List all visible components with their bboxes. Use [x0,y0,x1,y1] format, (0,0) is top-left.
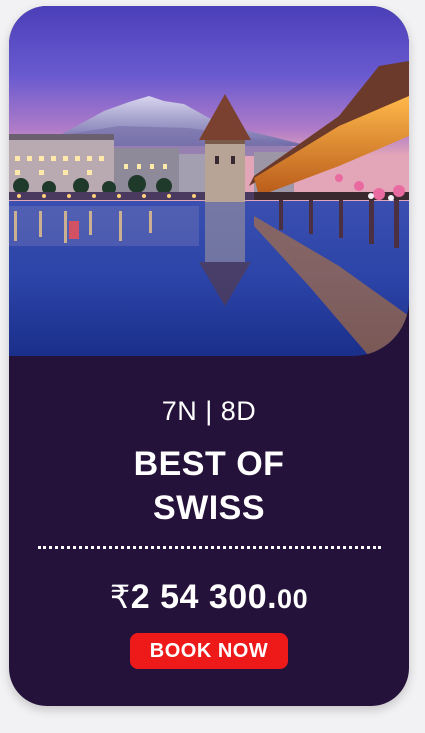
package-title: BEST OF SWISS [9,442,409,530]
package-title-line-2: SWISS [152,489,266,527]
dotted-divider [38,546,381,549]
book-now-button[interactable]: BOOK NOW [130,633,288,669]
currency-symbol: ₹ [109,578,131,616]
package-price: ₹2 54 300.00 [9,578,409,617]
price-amount: 2 54 300. [130,578,278,616]
package-title-line-1: BEST OF [133,445,285,483]
destination-photo [9,6,409,356]
trip-duration: 7N | 8D [161,396,257,426]
package-card[interactable]: 7N | 8D BEST OF SWISS ₹2 54 300.00 BOOK … [9,6,409,706]
package-info: 7N | 8D BEST OF SWISS ₹2 54 300.00 BOOK … [9,356,409,706]
price-decimals: 00 [277,584,309,614]
